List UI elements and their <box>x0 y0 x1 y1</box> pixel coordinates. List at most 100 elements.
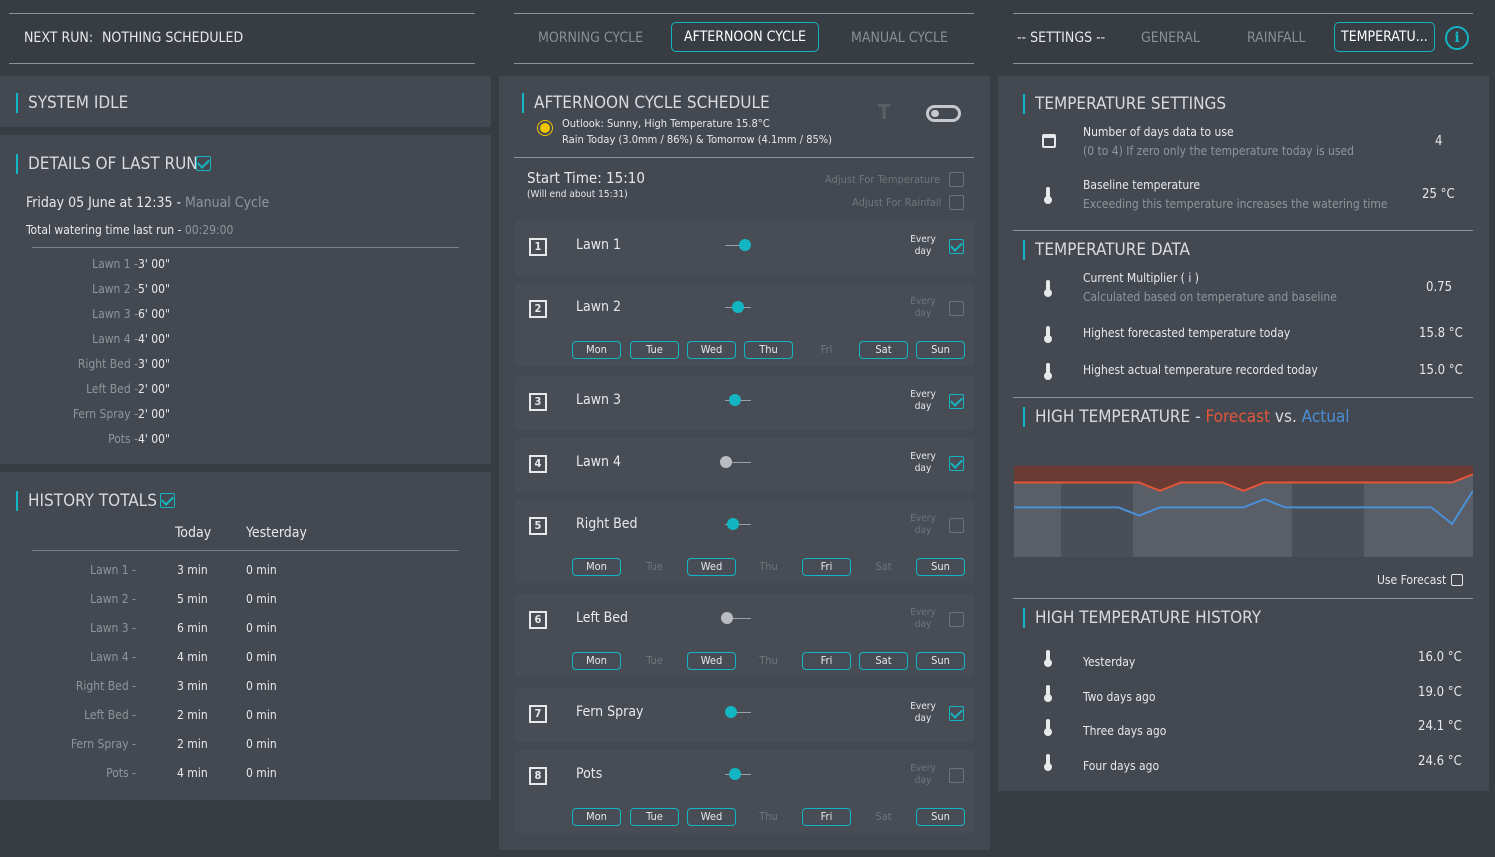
day-wed-toggle[interactable]: Wed <box>687 652 736 670</box>
every-day-checkbox[interactable] <box>949 394 964 409</box>
every-day-checkbox[interactable] <box>949 706 964 721</box>
zone-card: 8 Pots Every day Mon Tue Wed Thu Fri Sat Sun <box>515 750 974 833</box>
zone-slider-handle[interactable] <box>721 612 733 624</box>
history-zone-name: Right Bed - <box>75 679 136 693</box>
day-thu-toggle[interactable]: Thu <box>744 652 793 670</box>
zone-slider-handle[interactable] <box>732 301 744 313</box>
day-fri-toggle[interactable]: Fri <box>802 341 851 359</box>
day-tue-toggle[interactable]: Tue <box>630 808 679 826</box>
end-time: (Will end about 15:31) <box>527 189 628 200</box>
day-fri-toggle[interactable]: Fri <box>802 808 851 826</box>
day-wed-toggle[interactable]: Wed <box>687 341 736 359</box>
day-tue-toggle[interactable]: Tue <box>630 652 679 670</box>
zone-number: 7 <box>529 705 547 723</box>
day-fri-toggle[interactable]: Fri <box>802 652 851 670</box>
day-sun-toggle[interactable]: Sun <box>916 341 965 359</box>
history-zone-name: Lawn 3 - <box>90 621 136 635</box>
adjust-temperature-label: Adjust For Temperature <box>825 173 941 186</box>
every-day-checkbox[interactable] <box>949 768 964 783</box>
zone-slider-handle[interactable] <box>739 239 751 251</box>
zone-slider-handle[interactable] <box>720 456 732 468</box>
next-run-value: NOTHING SCHEDULED <box>102 30 244 46</box>
every-day-checkbox[interactable] <box>949 518 964 533</box>
day-thu-toggle[interactable]: Thu <box>744 558 793 576</box>
history-day-value: 24.1 °C <box>1418 719 1462 734</box>
every-day-checkbox[interactable] <box>949 612 964 627</box>
tab-temperature[interactable]: TEMPERATU... <box>1334 22 1435 52</box>
zone-card: 1 Lawn 1 Every day <box>515 221 974 275</box>
day-thu-toggle[interactable]: Thu <box>744 808 793 826</box>
history-temp-title: HIGH TEMPERATURE HISTORY <box>1023 608 1261 628</box>
history-yesterday-value: 0 min <box>246 650 277 664</box>
day-sat-toggle[interactable]: Sat <box>859 652 908 670</box>
adjust-rainfall-checkbox[interactable] <box>949 195 964 210</box>
info-icon[interactable]: i <box>1445 26 1469 50</box>
tab-rainfall[interactable]: RAINFALL <box>1247 30 1306 46</box>
history-day-label: Four days ago <box>1083 758 1160 773</box>
day-tue-toggle[interactable]: Tue <box>630 341 679 359</box>
day-wed-toggle[interactable]: Wed <box>687 808 736 826</box>
edit-icon[interactable] <box>1451 574 1463 586</box>
history-title: HISTORY TOTALS <box>16 491 157 511</box>
zone-slider-handle[interactable] <box>727 518 739 530</box>
history-today-value: 5 min <box>177 592 208 606</box>
use-forecast-label[interactable]: Use Forecast <box>1377 573 1446 587</box>
last-run-zone-time: 6' 00" <box>138 307 170 321</box>
last-run-zone-time: 3' 00" <box>138 257 170 271</box>
temperature-icon: T <box>878 100 891 124</box>
day-fri-toggle[interactable]: Fri <box>802 558 851 576</box>
history-zone-name: Left Bed - <box>84 708 136 722</box>
tab-afternoon-cycle[interactable]: AFTERNOON CYCLE <box>671 22 819 52</box>
day-sat-toggle[interactable]: Sat <box>859 558 908 576</box>
zone-card: 2 Lawn 2 Every day Mon Tue Wed Thu Fri Sat Sun <box>515 283 974 366</box>
thermometer-icon <box>1044 363 1052 380</box>
tab-general[interactable]: GENERAL <box>1141 30 1200 46</box>
day-sun-toggle[interactable]: Sun <box>916 652 965 670</box>
day-mon-toggle[interactable]: Mon <box>572 341 621 359</box>
history-today-value: 2 min <box>177 737 208 751</box>
zone-name: Right Bed <box>576 516 638 532</box>
day-sun-toggle[interactable]: Sun <box>916 808 965 826</box>
zone-number: 1 <box>529 238 547 256</box>
sun-icon <box>540 123 550 133</box>
day-thu-toggle[interactable]: Thu <box>744 341 793 359</box>
last-run-zone-time: 5' 00" <box>138 282 170 296</box>
history-yesterday-value: 0 min <box>246 621 277 635</box>
last-run-title: DETAILS OF LAST RUN <box>16 154 198 174</box>
days-data-value[interactable]: 4 <box>1435 134 1442 149</box>
every-day-label: Every day <box>910 389 936 412</box>
history-yesterday-value: 0 min <box>246 708 277 722</box>
zone-card: 6 Left Bed Every day Mon Tue Wed Thu Fri Sat Sun <box>515 594 974 677</box>
thermometer-icon <box>1044 684 1052 702</box>
last-run-zone-name: Lawn 1 - <box>92 257 138 271</box>
day-sat-toggle[interactable]: Sat <box>859 808 908 826</box>
day-mon-toggle[interactable]: Mon <box>572 808 621 826</box>
adjust-temperature-checkbox[interactable] <box>949 172 964 187</box>
zone-slider-handle[interactable] <box>729 768 741 780</box>
last-run-panel: DETAILS OF LAST RUN Friday 05 June at 12… <box>0 135 491 464</box>
history-today-value: 4 min <box>177 766 208 780</box>
tab-morning-cycle[interactable]: MORNING CYCLE <box>538 30 643 46</box>
outlook-line-2: Rain Today (3.0mm / 86%) & Tomorrow (4.1… <box>562 133 833 146</box>
zone-name: Pots <box>576 766 603 782</box>
day-mon-toggle[interactable]: Mon <box>572 652 621 670</box>
zone-slider-handle[interactable] <box>729 394 741 406</box>
every-day-checkbox[interactable] <box>949 456 964 471</box>
day-tue-toggle[interactable]: Tue <box>630 558 679 576</box>
day-wed-toggle[interactable]: Wed <box>687 558 736 576</box>
day-sat-toggle[interactable]: Sat <box>859 341 908 359</box>
baseline-value[interactable]: 25 °C <box>1422 187 1455 202</box>
last-run-zone-name: Pots - <box>108 432 138 446</box>
last-run-zone-time: 4' 00" <box>138 332 170 346</box>
history-checkbox[interactable] <box>160 493 175 508</box>
schedule-toggle[interactable] <box>926 105 961 122</box>
tab-manual-cycle[interactable]: MANUAL CYCLE <box>851 30 948 46</box>
last-run-zone-name: Right Bed - <box>77 357 138 371</box>
thermometer-icon <box>1044 326 1052 343</box>
day-sun-toggle[interactable]: Sun <box>916 558 965 576</box>
every-day-checkbox[interactable] <box>949 239 964 254</box>
every-day-checkbox[interactable] <box>949 301 964 316</box>
last-run-checkbox[interactable] <box>196 156 211 171</box>
zone-slider-handle[interactable] <box>725 706 737 718</box>
day-mon-toggle[interactable]: Mon <box>572 558 621 576</box>
